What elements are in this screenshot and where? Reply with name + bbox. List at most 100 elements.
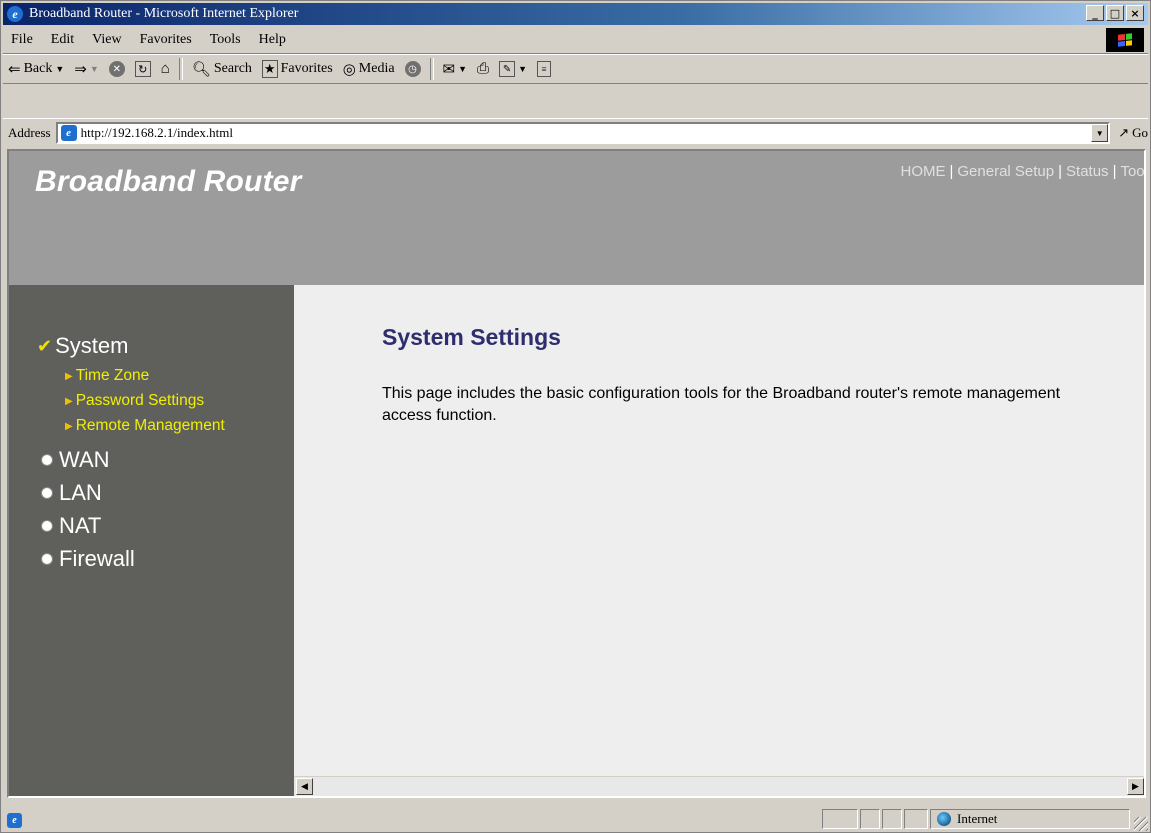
edit-icon: ✎ [499,61,516,77]
discuss-icon: ≡ [536,61,551,77]
page-title: System Settings [382,324,561,350]
menu-view[interactable]: View [83,32,130,48]
zone-pane: Internet [930,809,1130,829]
status-page-icon: e [7,811,22,828]
sidebar-item-wan[interactable]: WAN [41,447,110,473]
address-bar: Address e http://192.168.2.1/index.html … [3,118,1148,147]
forward-arrow-icon: ⇒ [74,61,87,78]
sidebar-subitem-remote-management[interactable]: ▶ Remote Management [65,417,225,435]
scroll-left-button[interactable]: ◀ [296,778,313,795]
print-button[interactable]: ⎙ [472,57,494,81]
ie-logo-icon: e [7,6,23,22]
menu-file[interactable]: File [3,32,42,48]
home-icon: ⌂ [160,60,170,77]
menu-edit[interactable]: Edit [42,32,83,48]
search-button[interactable]: 🔍︎ Search [187,57,257,81]
toolbar-separator [178,58,183,80]
sidebar-item-label: System [55,333,129,358]
close-button[interactable]: × [1126,5,1144,21]
address-field[interactable]: e http://192.168.2.1/index.html ▼ [55,122,1111,144]
address-url[interactable]: http://192.168.2.1/index.html [81,125,233,141]
nav-general-setup-link[interactable]: General Setup [957,163,1054,180]
menu-favorites[interactable]: Favorites [131,32,201,48]
sidebar-subitem-label: Password Settings [75,392,205,409]
title-bar[interactable]: e Broadband Router - Microsoft Internet … [3,3,1148,25]
web-content: Broadband Router HOME | General Setup | Stat… [7,149,1146,798]
forward-button[interactable]: ⇒ ▼ [69,57,104,81]
go-arrow-icon: ↗ [1118,125,1130,140]
scroll-right-button[interactable]: ▶ [1127,778,1144,795]
windows-logo-icon [1106,28,1144,52]
sidebar-item-system[interactable]: ✔ System [37,333,128,359]
window-controls: _ □ × [1086,5,1144,21]
arrow-right-icon: ▶ [65,395,73,407]
back-dropdown-icon: ▼ [55,64,65,74]
status-pane [882,809,902,829]
home-button[interactable]: ⌂ [156,57,175,81]
status-pane [904,809,928,829]
bullet-icon [41,487,53,499]
stop-icon: ✕ [108,61,125,77]
toolbar-separator [429,58,434,80]
standard-toolbar: ⇐ Back ▼ ⇒ ▼ ✕ ↻ ⌂ 🔍︎ Search ★ Favorites… [3,54,1148,84]
back-button[interactable]: ⇐ Back ▼ [3,57,69,81]
maximize-button[interactable]: □ [1106,5,1124,21]
media-button[interactable]: ◎ Media [338,57,400,81]
status-bar: e Internet [3,807,1148,831]
history-button[interactable]: ◷ [400,57,426,81]
horizontal-scrollbar[interactable]: ◀ ▶ [294,776,1144,796]
nav-status-link[interactable]: Status [1066,163,1109,180]
sidebar-item-label: NAT [59,513,102,538]
favorites-label: Favorites [280,61,333,76]
sidebar-item-nat[interactable]: NAT [41,513,101,539]
sidebar-item-label: Firewall [59,546,135,571]
resize-grip[interactable] [1134,817,1148,831]
checkmark-icon: ✔ [37,335,53,356]
main-panel: System Settings This page includes the b… [294,285,1144,776]
menu-bar: File Edit View Favorites Tools Help [3,27,1148,54]
go-button[interactable]: ↗ Go [1110,125,1148,141]
zone-label: Internet [957,811,998,826]
status-pane [822,809,858,829]
sidebar-subitem-label: Time Zone [75,367,150,384]
go-label: Go [1132,125,1148,140]
globe-icon [937,812,951,826]
sidebar-subitem-password-settings[interactable]: ▶ Password Settings [65,392,204,410]
edit-dropdown-icon: ▼ [518,64,527,74]
forward-dropdown-icon: ▼ [89,64,99,74]
search-label: Search [213,61,252,76]
window-title: Broadband Router - Microsoft Internet Ex… [29,6,299,21]
bullet-icon [41,520,53,532]
page-description: This page includes the basic configurati… [382,385,1061,424]
sidebar-subitem-time-zone[interactable]: ▶ Time Zone [65,367,149,385]
history-icon: ◷ [404,61,421,77]
mail-dropdown-icon: ▼ [458,64,468,74]
address-label: Address [8,125,51,140]
minimize-button[interactable]: _ [1086,5,1104,21]
browser-window: e Broadband Router - Microsoft Internet … [0,0,1151,833]
mail-button[interactable]: ✉ ▼ [438,57,473,81]
menu-tools[interactable]: Tools [201,32,250,48]
address-dropdown-button[interactable]: ▼ [1091,124,1109,142]
sidebar-item-label: WAN [59,447,110,472]
stop-button[interactable]: ✕ [104,57,130,81]
status-pane [860,809,880,829]
sidebar: ✔ System ▶ Time Zone ▶ Password Settings… [9,285,294,796]
sidebar-item-label: LAN [59,480,102,505]
discuss-button[interactable]: ≡ [532,57,556,81]
back-label: Back [23,61,53,76]
arrow-right-icon: ▶ [65,370,73,382]
favorites-button[interactable]: ★ Favorites [257,57,338,81]
refresh-icon: ↻ [134,61,151,77]
sidebar-item-firewall[interactable]: Firewall [41,546,135,572]
sidebar-item-lan[interactable]: LAN [41,480,102,506]
menu-help[interactable]: Help [250,32,295,48]
refresh-button[interactable]: ↻ [130,57,156,81]
page-icon: e [60,125,77,141]
bullet-icon [41,553,53,565]
media-icon: ◎ [342,61,356,78]
page-header: Broadband Router HOME | General Setup | Stat… [9,151,1144,285]
edit-button[interactable]: ✎ ▼ [494,57,532,81]
nav-home-link[interactable]: HOME [900,163,945,180]
nav-tool-link[interactable]: Tool [1120,163,1144,180]
